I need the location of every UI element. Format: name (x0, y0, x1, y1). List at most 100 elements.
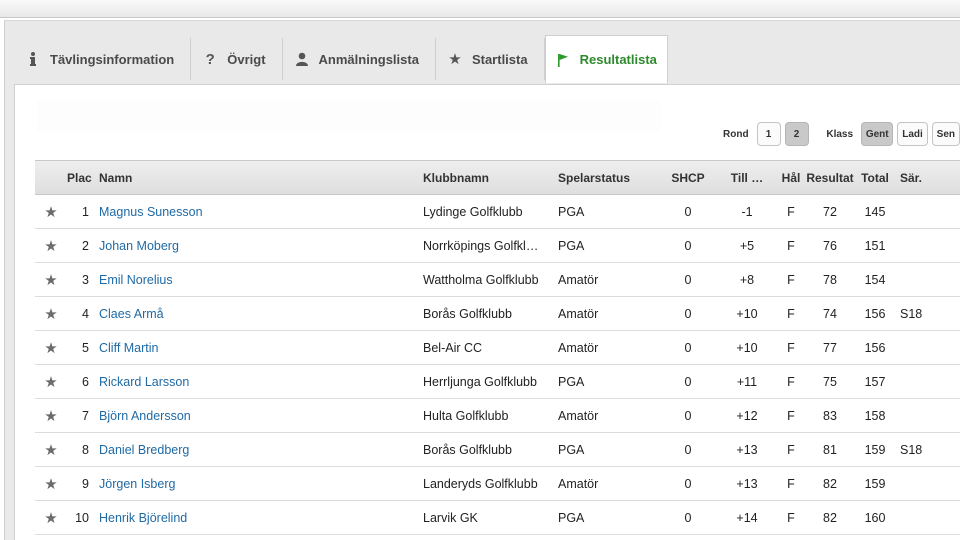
result-shcp: 0 (684, 204, 692, 219)
table-row[interactable]: ★ 9 Jörgen Isberg Landeryds Golfklubb Amatör… (35, 467, 960, 501)
result-status: Amatör (558, 408, 599, 423)
player-name-link[interactable]: Cliff Martin (99, 341, 159, 355)
result-score: 77 (823, 340, 837, 355)
result-plac: 9 (82, 476, 89, 491)
result-status: PGA (558, 238, 585, 253)
tab-label: Övrigt (227, 51, 266, 67)
result-shcp: 0 (684, 408, 692, 423)
result-sar (896, 331, 960, 365)
favorite-star-icon[interactable]: ★ (35, 297, 67, 331)
header-spelarstatus[interactable]: Spelarstatus (558, 160, 658, 195)
results-panel: Rond 1 2 Klass Gent Ladi Sen Plac Namn K… (14, 84, 960, 540)
round-button-1[interactable]: 1 (756, 122, 781, 146)
result-total: 151 (864, 238, 886, 253)
table-row[interactable]: ★ 6 Rickard Larsson Herrljunga Golfklubb PGA… (35, 365, 960, 399)
result-shcp: 0 (684, 272, 692, 287)
result-shcp: 0 (684, 442, 692, 457)
result-status: Amatör (558, 340, 599, 355)
result-club: Borås Golfklubb (423, 442, 512, 457)
result-club: Hulta Golfklubb (423, 408, 509, 423)
player-name-link[interactable]: Daniel Bredberg (99, 443, 189, 457)
header-shcp[interactable]: SHCP (658, 160, 718, 195)
result-status: PGA (558, 204, 585, 219)
result-club: Landeryds Golfklubb (423, 476, 538, 491)
result-sar (896, 365, 960, 399)
round-label: Rond (723, 128, 749, 140)
header-total[interactable]: Total (854, 160, 896, 195)
result-plac: 2 (82, 238, 89, 253)
player-name-cell: Cliff Martin (99, 331, 423, 365)
header-till[interactable]: Till … (718, 160, 776, 195)
header-klubbnamn[interactable]: Klubbnamn (423, 160, 558, 195)
result-total: 159 (864, 476, 886, 491)
header-namn[interactable]: Namn (99, 160, 423, 195)
result-hal: F (787, 510, 795, 525)
favorite-star-icon[interactable]: ★ (35, 365, 67, 399)
header-resultat[interactable]: Resultat (806, 160, 854, 195)
result-club: Borås Golfklubb (423, 306, 512, 321)
result-sar (896, 501, 960, 535)
table-row[interactable]: ★ 4 Claes Armå Borås Golfklubb Amatör 0 +10 F 74… (35, 297, 960, 331)
result-plac: 4 (82, 306, 89, 321)
result-hal: F (787, 272, 795, 287)
result-shcp: 0 (684, 510, 692, 525)
header-sar[interactable]: Sär. (896, 160, 960, 195)
player-name-link[interactable]: Björn Andersson (99, 409, 191, 423)
player-name-link[interactable]: Johan Moberg (99, 239, 179, 253)
favorite-star-icon[interactable]: ★ (35, 467, 67, 501)
header-hal[interactable]: Hål (776, 160, 806, 195)
result-score: 72 (823, 204, 837, 219)
result-shcp: 0 (684, 306, 692, 321)
result-score: 76 (823, 238, 837, 253)
round-button-2[interactable]: 2 (784, 122, 809, 146)
result-score: 83 (823, 408, 837, 423)
tab-label: Resultatlista (579, 52, 657, 67)
table-row[interactable]: ★ 1 Magnus Sunesson Lydinge Golfklubb PGA 0 -1… (35, 195, 960, 229)
star-icon: ★ (448, 51, 462, 68)
player-name-cell: Daniel Bredberg (99, 433, 423, 467)
table-row[interactable]: ★ 10 Henrik Björelind Larvik GK PGA 0 +14 F 82 16… (35, 501, 960, 535)
table-row[interactable]: ★ 7 Björn Andersson Hulta Golfklubb Amatör 0 +… (35, 399, 960, 433)
tab-resultatlista[interactable]: Resultatlista (544, 35, 668, 83)
player-name-link[interactable]: Rickard Larsson (99, 375, 189, 389)
result-status: Amatör (558, 476, 599, 491)
result-plac: 7 (82, 408, 89, 423)
favorite-star-icon[interactable]: ★ (35, 229, 67, 263)
favorite-star-icon[interactable]: ★ (35, 195, 67, 229)
player-name-link[interactable]: Magnus Sunesson (99, 205, 203, 219)
result-score: 81 (823, 442, 837, 457)
tab-label: Anmälningslista (318, 51, 419, 67)
table-row[interactable]: ★ 8 Daniel Bredberg Borås Golfklubb PGA 0 +13 F… (35, 433, 960, 467)
table-row[interactable]: ★ 5 Cliff Martin Bel-Air CC Amatör 0 +10 F 77 156 (35, 331, 960, 365)
result-hal: F (787, 374, 795, 389)
result-sar (896, 399, 960, 433)
tab-ovrigt[interactable]: ? Övrigt (191, 38, 283, 80)
tab-anmalningslista[interactable]: Anmälningslista (283, 38, 436, 80)
class-button-ladi[interactable]: Ladi (897, 122, 928, 146)
favorite-star-icon[interactable]: ★ (35, 501, 67, 535)
class-label: Klass (826, 128, 854, 140)
result-sar (896, 263, 960, 297)
favorite-star-icon[interactable]: ★ (35, 399, 67, 433)
table-row[interactable]: ★ 3 Emil Norelius Wattholma Golfklubb Amatör… (35, 263, 960, 297)
class-button-gent[interactable]: Gent (861, 122, 894, 146)
result-plac: 8 (82, 442, 89, 457)
class-button-sen[interactable]: Sen (931, 122, 960, 146)
player-name-link[interactable]: Henrik Björelind (99, 511, 187, 525)
player-name-link[interactable]: Jörgen Isberg (99, 477, 175, 491)
tab-tavlingsinformation[interactable]: Tävlingsinformation (14, 38, 192, 80)
favorite-star-icon[interactable]: ★ (35, 331, 67, 365)
table-row[interactable]: ★ 2 Johan Moberg Norrköpings Golfkl… PGA 0 +5 F… (35, 229, 960, 263)
favorite-star-icon[interactable]: ★ (35, 433, 67, 467)
player-name-link[interactable]: Claes Armå (99, 307, 164, 321)
tab-startlista[interactable]: ★ Startlista (436, 38, 545, 80)
player-name-cell: Henrik Björelind (99, 501, 423, 535)
result-plac: 6 (82, 374, 89, 389)
result-sar (896, 195, 960, 229)
header-plac[interactable]: Plac (67, 160, 99, 195)
result-sar (896, 467, 960, 501)
result-total: 160 (864, 510, 886, 525)
result-score: 82 (823, 510, 837, 525)
player-name-link[interactable]: Emil Norelius (99, 273, 173, 287)
favorite-star-icon[interactable]: ★ (35, 263, 67, 297)
